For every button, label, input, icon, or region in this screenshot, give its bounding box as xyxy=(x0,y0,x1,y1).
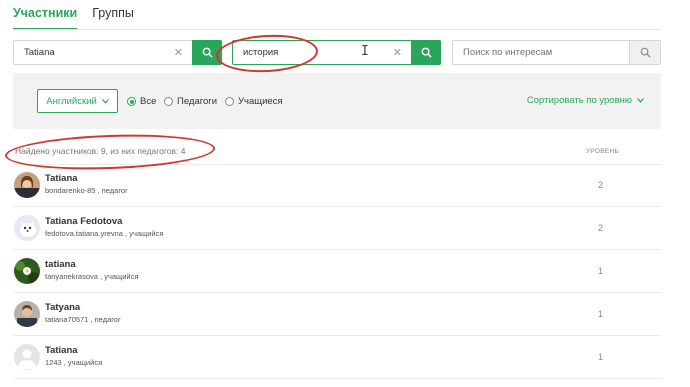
group-search-button[interactable] xyxy=(411,40,441,65)
user-meta: bondarenko-85 , педагог xyxy=(45,186,128,195)
sort-dropdown[interactable]: Сортировать по уровню xyxy=(527,95,644,106)
group-search-input[interactable] xyxy=(233,47,440,58)
user-level: 1 xyxy=(598,266,604,276)
search-icon xyxy=(202,47,213,58)
close-icon[interactable]: ✕ xyxy=(393,46,402,59)
avatar[interactable] xyxy=(14,215,40,241)
user-meta: tanyanekrasova , учащийся xyxy=(45,272,139,281)
user-name[interactable]: Tatiana xyxy=(45,173,78,184)
user-level: 1 xyxy=(598,352,604,362)
language-dropdown[interactable]: Английский xyxy=(37,89,118,113)
user-name[interactable]: tatiana xyxy=(45,259,76,270)
interest-search-button[interactable] xyxy=(629,41,660,64)
tab-participants[interactable]: Участники xyxy=(13,6,78,30)
divider xyxy=(13,292,661,293)
level-column-header: УРОВЕНЬ xyxy=(586,148,620,155)
avatar[interactable] xyxy=(14,301,40,327)
list-item[interactable]: Tatiana 1243 , учащийся 1 xyxy=(13,344,661,387)
divider xyxy=(13,335,661,336)
user-meta: tatiana70571 , педагог xyxy=(45,315,121,324)
chevron-down-icon xyxy=(101,98,109,104)
text-cursor: I xyxy=(361,44,369,59)
role-all-label: Все xyxy=(140,96,157,107)
name-search-input[interactable] xyxy=(14,47,221,58)
filter-panel: Английский Все Педагоги Учащиеся Сортиро… xyxy=(13,73,661,129)
divider xyxy=(13,249,661,250)
user-level: 2 xyxy=(598,223,604,233)
group-search: ✕ xyxy=(232,40,441,65)
name-search-button[interactable] xyxy=(192,40,222,65)
avatar[interactable] xyxy=(14,258,40,284)
radio-icon xyxy=(225,97,234,106)
chevron-down-icon xyxy=(637,98,644,103)
role-all-radio[interactable]: Все xyxy=(127,96,156,107)
list-item[interactable]: tatiana tanyanekrasova , учащийся 1 xyxy=(13,258,661,301)
tab-divider xyxy=(13,29,661,30)
radio-icon xyxy=(164,97,173,106)
divider xyxy=(13,378,661,379)
divider xyxy=(13,206,661,207)
tab-bar: Участники Группы xyxy=(13,6,134,30)
interest-search xyxy=(452,40,661,65)
user-meta: 1243 , учащийся xyxy=(45,358,103,367)
sort-label: Сортировать по уровню xyxy=(526,95,632,106)
list-item[interactable]: Tatiana bondarenko-85 , педагог 2 xyxy=(13,172,661,215)
language-label: Английский xyxy=(46,95,97,107)
user-level: 2 xyxy=(598,180,604,190)
divider xyxy=(13,164,661,165)
user-name[interactable]: Tatiana xyxy=(45,345,78,356)
user-name[interactable]: Tatiana Fedotova xyxy=(45,216,122,227)
user-level: 1 xyxy=(598,309,604,319)
radio-selected-icon xyxy=(127,97,136,106)
role-students-radio[interactable]: Учащиеся xyxy=(225,96,283,107)
close-icon[interactable]: ✕ xyxy=(174,46,183,59)
role-students-label: Учащиеся xyxy=(238,96,283,107)
role-teachers-label: Педагоги xyxy=(177,96,218,107)
tab-groups[interactable]: Группы xyxy=(92,6,134,30)
avatar[interactable] xyxy=(14,344,40,370)
results-summary: Найдено участников: 9, из них педагогов:… xyxy=(15,146,186,156)
avatar[interactable] xyxy=(14,172,40,198)
user-meta: fedotova.tatiana.yrevna , учащийся xyxy=(45,229,164,238)
user-name[interactable]: Tatyana xyxy=(45,302,80,313)
list-item[interactable]: Tatiana Fedotova fedotova.tatiana.yrevna… xyxy=(13,215,661,258)
role-teachers-radio[interactable]: Педагоги xyxy=(164,96,217,107)
name-search: ✕ xyxy=(13,40,222,65)
search-icon xyxy=(640,47,651,58)
list-item[interactable]: Tatyana tatiana70571 , педагог 1 xyxy=(13,301,661,344)
search-icon xyxy=(421,47,432,58)
